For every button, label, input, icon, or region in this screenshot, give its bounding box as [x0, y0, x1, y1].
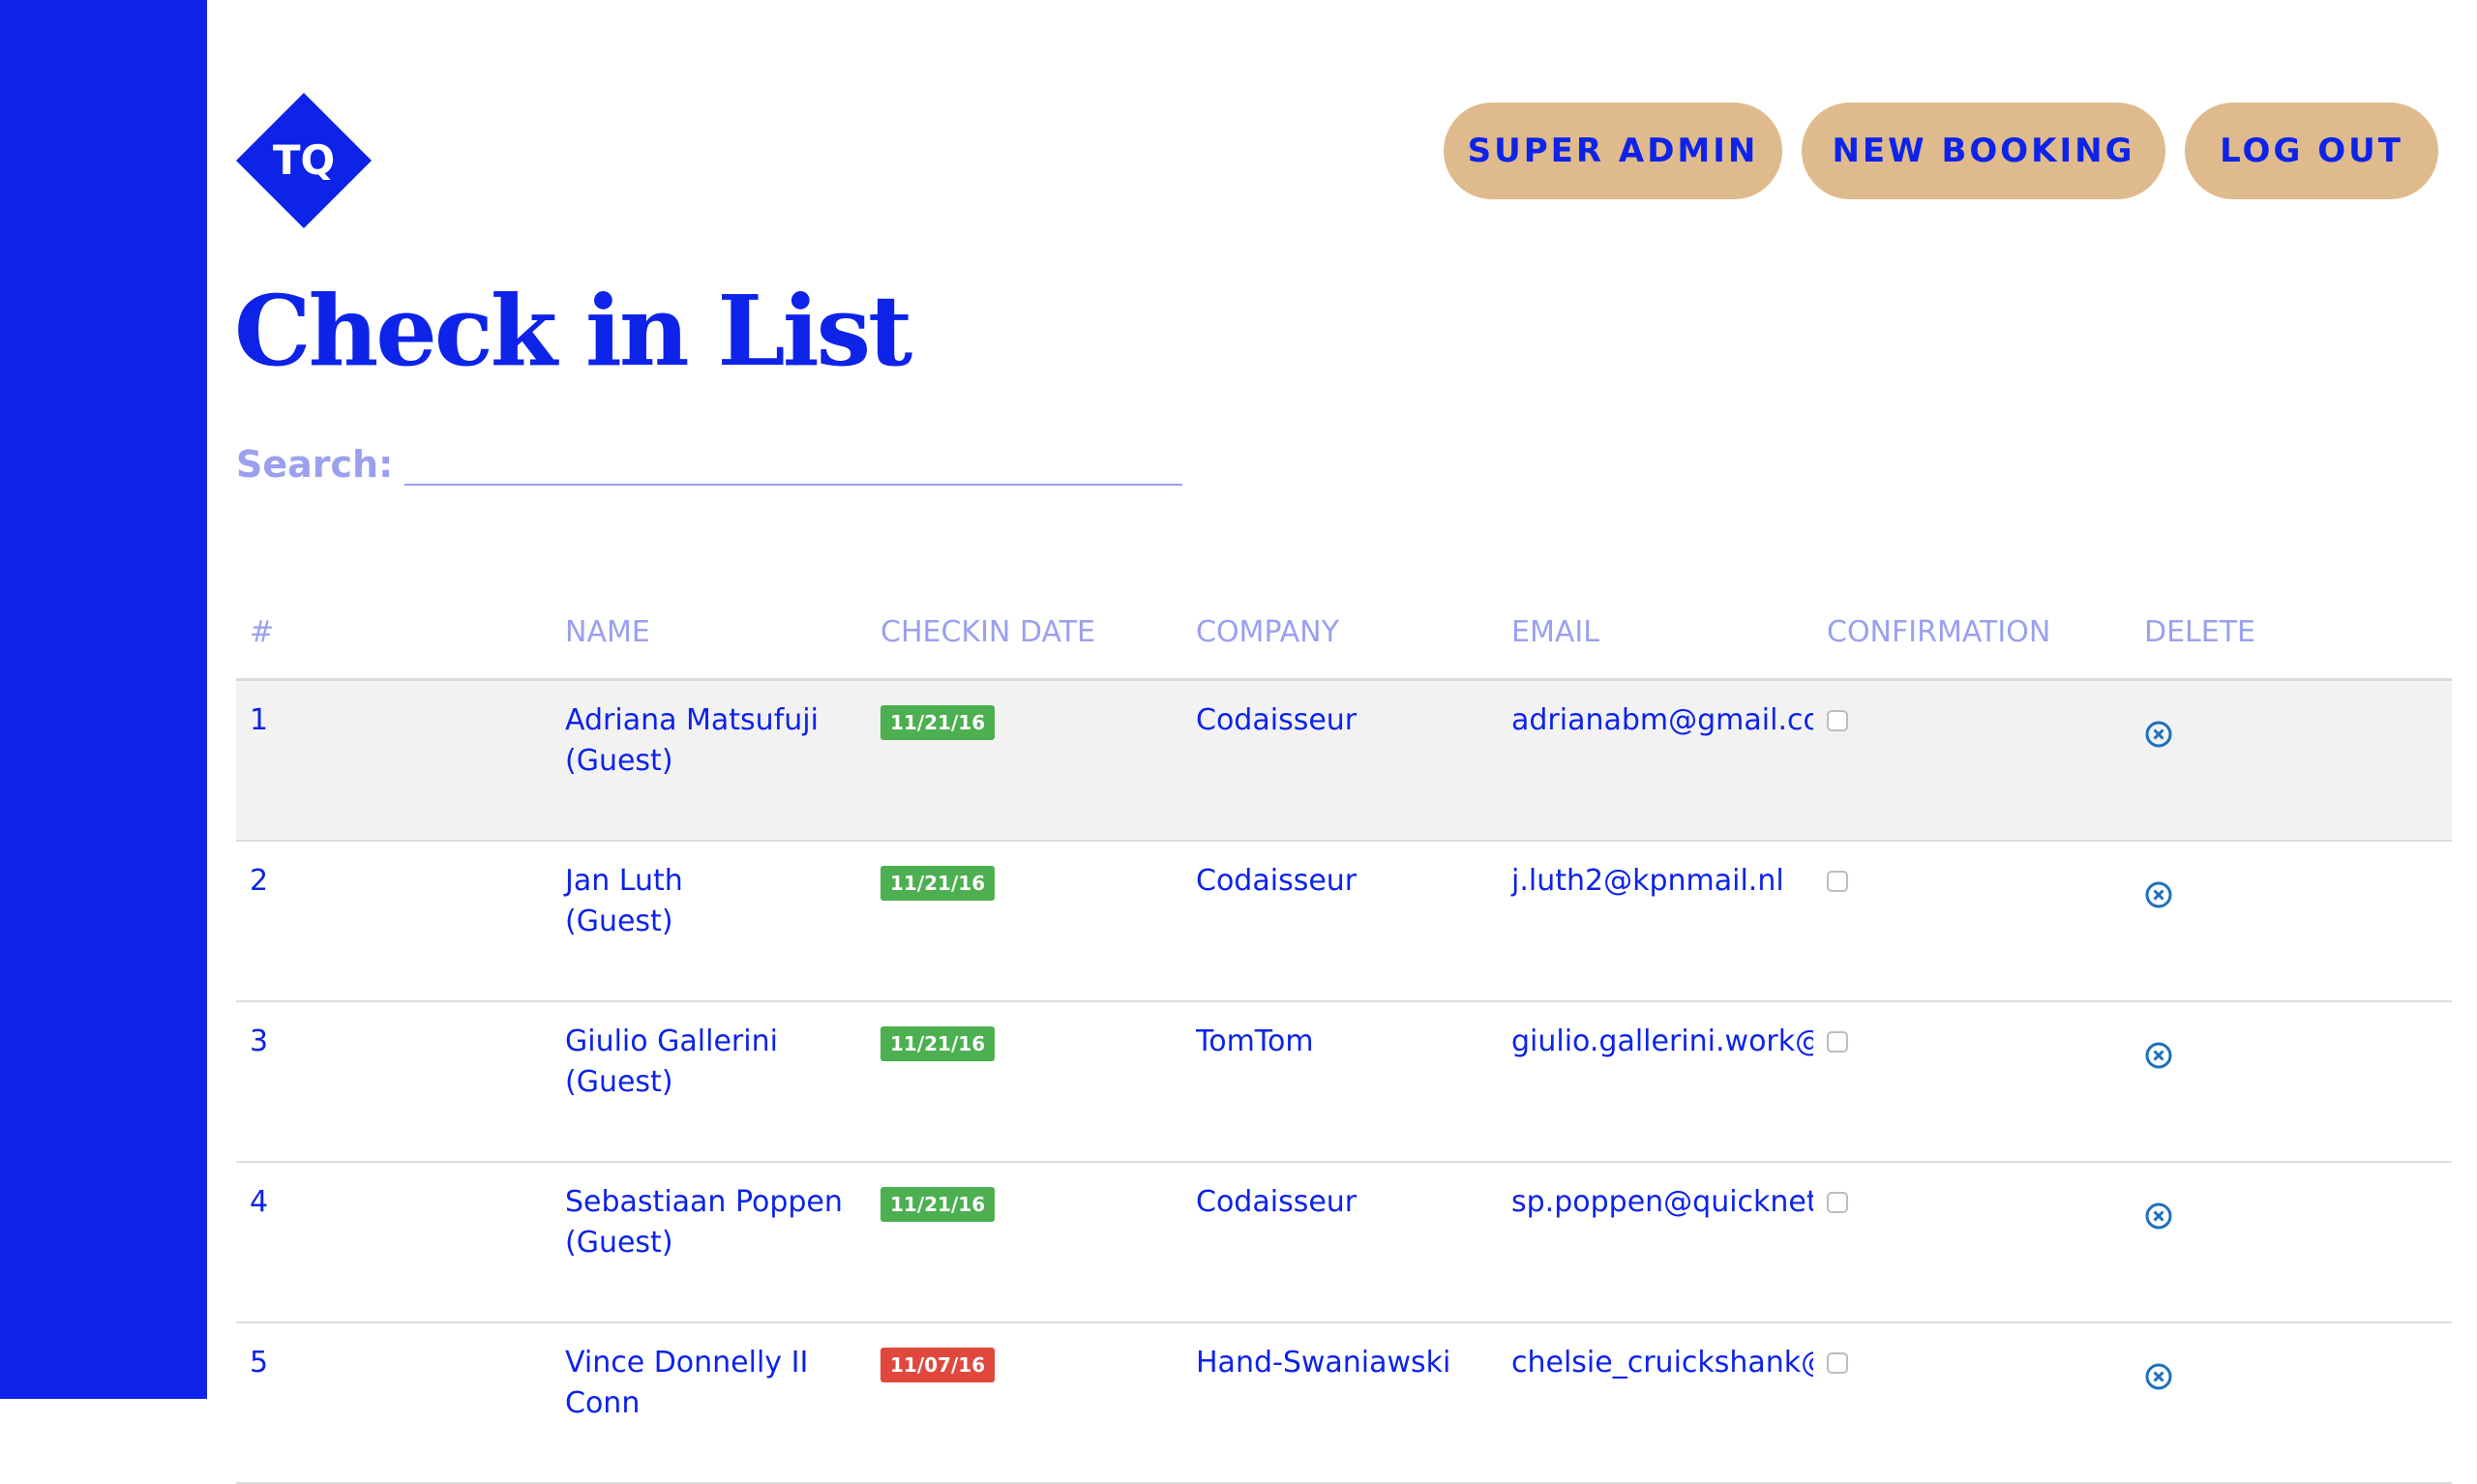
circle-x-icon[interactable]	[2144, 880, 2173, 909]
confirmation-checkbox[interactable]	[1827, 1031, 1848, 1053]
email-cell: chelsie_cruickshank@	[1511, 1346, 1813, 1380]
confirmation-cell	[1813, 1182, 2131, 1213]
table-row[interactable]: 3 Giulio Gallerini (Guest) 11/21/16 TomT…	[236, 1002, 2452, 1163]
confirmation-cell	[1813, 700, 2131, 731]
search-input[interactable]	[404, 418, 1183, 486]
guest-role: (Guest)	[565, 1226, 673, 1260]
row-number: 4	[250, 1185, 269, 1219]
checkin-date-cell: 11/21/16	[867, 1022, 1182, 1062]
guest-role: Conn	[565, 1386, 641, 1420]
circle-x-icon[interactable]	[2144, 1202, 2173, 1231]
delete-cell	[2131, 700, 2452, 749]
delete-cell	[2131, 1022, 2452, 1070]
top-nav: SUPER ADMIN NEW BOOKING LOG OUT	[1444, 103, 2438, 199]
logo-text: TQ	[273, 136, 335, 184]
search-row: Search:	[236, 418, 1183, 486]
circle-x-icon[interactable]	[2144, 1362, 2173, 1391]
column-header-checkin-date[interactable]: CHECKIN DATE	[867, 615, 1182, 649]
column-header-email[interactable]: EMAIL	[1498, 615, 1813, 649]
column-header-company[interactable]: COMPANY	[1182, 615, 1498, 649]
circle-x-icon[interactable]	[2144, 720, 2173, 749]
confirmation-checkbox[interactable]	[1827, 1192, 1848, 1213]
checkin-date-cell: 11/21/16	[867, 700, 1182, 741]
guest-name: Adriana Matsufuji	[565, 703, 819, 737]
email-cell: giulio.gallerini.work@h	[1511, 1024, 1813, 1058]
table-row[interactable]: 4 Sebastiaan Poppen (Guest) 11/21/16 Cod…	[236, 1163, 2452, 1323]
confirmation-cell	[1813, 861, 2131, 892]
table-header: # NAME CHECKIN DATE COMPANY EMAIL CONFIR…	[236, 615, 2452, 681]
table-row[interactable]: 2 Jan Luth (Guest) 11/21/16 Codaisseur j…	[236, 842, 2452, 1002]
new-booking-button[interactable]: NEW BOOKING	[1802, 103, 2165, 199]
confirmation-cell	[1813, 1343, 2131, 1374]
guest-name: Jan Luth	[565, 864, 683, 898]
log-out-button[interactable]: LOG OUT	[2185, 103, 2438, 199]
guest-name: Vince Donnelly II	[565, 1346, 809, 1380]
guest-role: (Guest)	[565, 1065, 673, 1099]
page-title: Check in List	[234, 274, 912, 388]
delete-cell	[2131, 861, 2452, 909]
search-label: Search:	[236, 443, 394, 486]
checkin-table: # NAME CHECKIN DATE COMPANY EMAIL CONFIR…	[236, 615, 2452, 1484]
table-row[interactable]: 5 Vince Donnelly II Conn 11/07/16 Hand-S…	[236, 1323, 2452, 1484]
delete-cell	[2131, 1343, 2452, 1391]
checkin-date-badge: 11/21/16	[880, 705, 996, 740]
tq-logo[interactable]: TQ	[236, 93, 372, 228]
email-cell: sp.poppen@quicknet.n	[1511, 1185, 1813, 1219]
row-number: 2	[250, 864, 269, 898]
checkin-date-cell: 11/07/16	[867, 1343, 1182, 1383]
table-row[interactable]: 1 Adriana Matsufuji (Guest) 11/21/16 Cod…	[236, 681, 2452, 842]
sidebar	[0, 0, 207, 1399]
guest-name-cell: Sebastiaan Poppen (Guest)	[552, 1182, 867, 1263]
company-cell: TomTom	[1196, 1024, 1314, 1058]
row-number: 1	[250, 703, 269, 737]
delete-cell	[2131, 1182, 2452, 1231]
guest-role: (Guest)	[565, 905, 673, 938]
guest-name-cell: Giulio Gallerini (Guest)	[552, 1022, 867, 1103]
checkin-date-cell: 11/21/16	[867, 1182, 1182, 1223]
super-admin-button[interactable]: SUPER ADMIN	[1444, 103, 1782, 199]
guest-role: (Guest)	[565, 744, 673, 778]
guest-name-cell: Vince Donnelly II Conn	[552, 1343, 867, 1424]
column-header-confirmation[interactable]: CONFIRMATION	[1813, 615, 2131, 649]
column-header-name[interactable]: NAME	[552, 615, 867, 649]
guest-name: Sebastiaan Poppen	[565, 1185, 843, 1219]
company-cell: Codaisseur	[1196, 864, 1358, 898]
email-cell: j.luth2@kpnmail.nl	[1511, 864, 1784, 898]
row-number: 3	[250, 1024, 269, 1058]
checkin-date-cell: 11/21/16	[867, 861, 1182, 902]
email-cell: adrianabm@gmail.com	[1511, 703, 1813, 737]
guest-name-cell: Jan Luth (Guest)	[552, 861, 867, 942]
column-header-delete[interactable]: DELETE	[2131, 615, 2452, 649]
company-cell: Hand-Swaniawski	[1196, 1346, 1451, 1380]
company-cell: Codaisseur	[1196, 703, 1358, 737]
circle-x-icon[interactable]	[2144, 1041, 2173, 1070]
guest-name: Giulio Gallerini	[565, 1024, 778, 1058]
checkin-date-badge: 11/21/16	[880, 866, 996, 901]
checkin-date-badge: 11/21/16	[880, 1026, 996, 1061]
column-header-number[interactable]: #	[236, 615, 552, 649]
checkin-date-badge: 11/21/16	[880, 1187, 996, 1222]
confirmation-checkbox[interactable]	[1827, 710, 1848, 731]
tq-diamond-logo-icon: TQ	[236, 93, 372, 228]
confirmation-checkbox[interactable]	[1827, 1352, 1848, 1374]
company-cell: Codaisseur	[1196, 1185, 1358, 1219]
confirmation-checkbox[interactable]	[1827, 871, 1848, 892]
row-number: 5	[250, 1346, 269, 1380]
guest-name-cell: Adriana Matsufuji (Guest)	[552, 700, 867, 782]
checkin-date-badge: 11/07/16	[880, 1348, 996, 1382]
confirmation-cell	[1813, 1022, 2131, 1053]
